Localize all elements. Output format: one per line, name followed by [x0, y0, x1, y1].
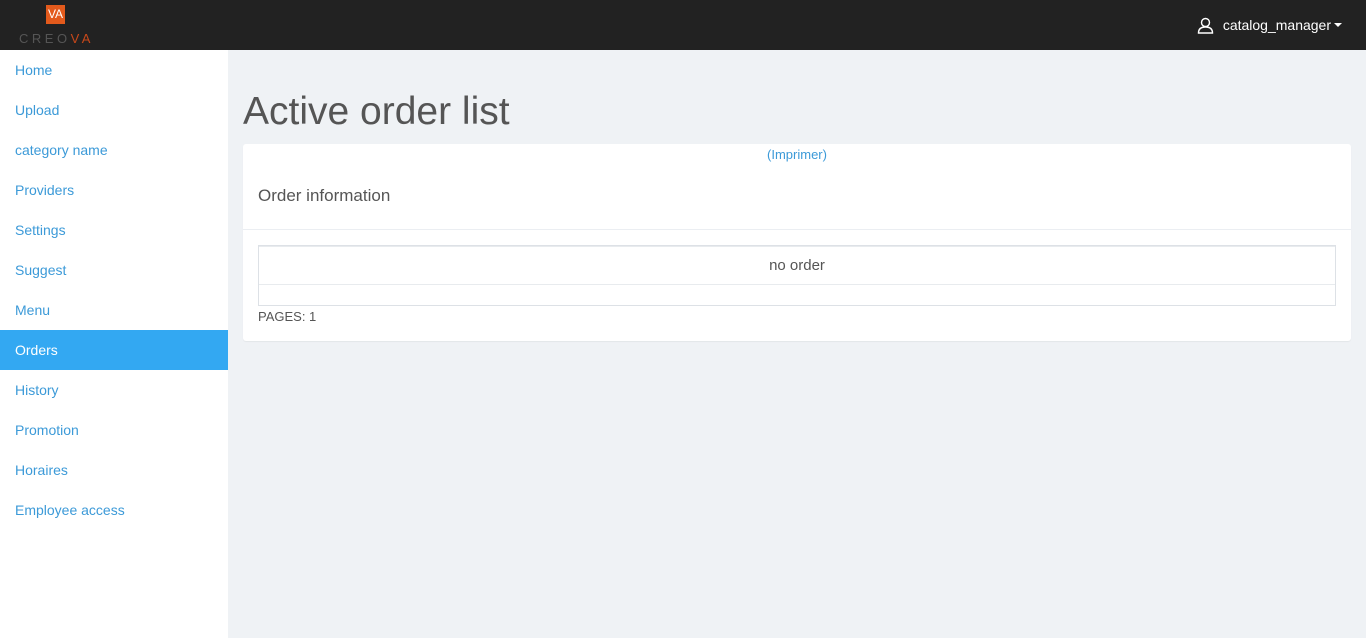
main-content: Active order list (Imprimer) Order infor…: [228, 50, 1366, 638]
sidebar-item-settings[interactable]: Settings: [0, 210, 228, 250]
logo-mark: VA: [46, 5, 65, 24]
sidebar-item-horaires[interactable]: Horaires: [0, 450, 228, 490]
order-table: no order: [258, 245, 1336, 306]
logo-text-suffix: VA: [70, 31, 94, 46]
panel-divider: [243, 229, 1351, 230]
sidebar-item-home[interactable]: Home: [0, 50, 228, 90]
page-title: Active order list: [243, 90, 510, 133]
user-name: catalog_manager: [1222, 17, 1331, 33]
top-navbar: VA CREOVA catalog_manager: [0, 0, 1366, 50]
logo-text-prefix: CREO: [19, 31, 71, 46]
sidebar-item-menu[interactable]: Menu: [0, 290, 228, 330]
sidebar-item-history[interactable]: History: [0, 370, 228, 410]
sidebar: Home Upload category name Providers Sett…: [0, 50, 228, 638]
chevron-down-icon: [1334, 23, 1342, 27]
empty-order-message: no order: [259, 246, 1335, 285]
sidebar-item-suggest[interactable]: Suggest: [0, 250, 228, 290]
panel-heading: Order information: [258, 186, 391, 205]
sidebar-item-category-name[interactable]: category name: [0, 130, 228, 170]
user-menu-dropdown[interactable]: catalog_manager: [1197, 0, 1342, 50]
brand-logo[interactable]: VA CREOVA: [18, 5, 98, 47]
sidebar-item-promotion[interactable]: Promotion: [0, 410, 228, 450]
pagination-label: PAGES: 1: [258, 309, 317, 324]
user-icon: [1197, 17, 1214, 34]
sidebar-item-employee-access[interactable]: Employee access: [0, 490, 228, 530]
sidebar-item-upload[interactable]: Upload: [0, 90, 228, 130]
sidebar-item-providers[interactable]: Providers: [0, 170, 228, 210]
logo-text: CREOVA: [19, 31, 94, 46]
order-panel: (Imprimer) Order information no order PA…: [243, 144, 1351, 341]
print-link[interactable]: (Imprimer): [243, 147, 1351, 162]
sidebar-item-orders[interactable]: Orders: [0, 330, 228, 370]
